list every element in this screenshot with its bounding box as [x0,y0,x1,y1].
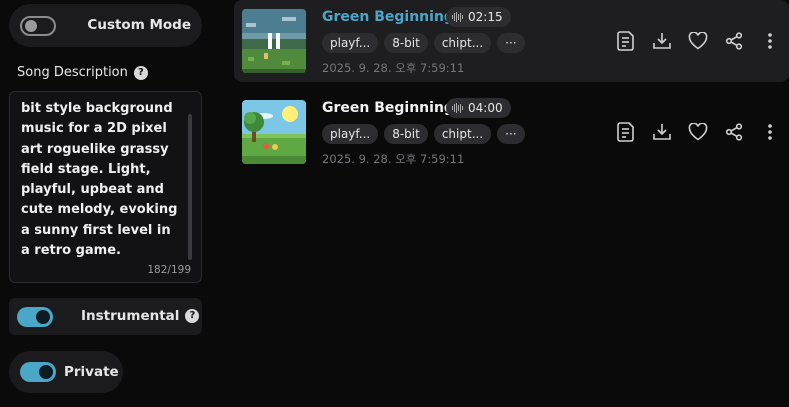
help-icon[interactable]: ? [185,309,200,323]
song-actions [616,31,780,51]
tag-chip[interactable]: chipt... [433,33,492,53]
tag-chip[interactable]: playf... [322,124,379,144]
more-tags-button[interactable]: ··· [497,124,525,144]
song-actions [616,122,780,142]
toggle-knob [39,365,53,379]
character-counter: 182/199 [147,264,191,276]
tag-chip[interactable]: playf... [322,33,379,53]
private-row: Private [9,351,123,393]
custom-mode-label: Custom Mode [87,17,191,33]
heart-icon[interactable] [688,122,708,142]
description-scrollbar[interactable] [188,114,192,260]
private-toggle[interactable] [20,362,56,382]
instrumental-label: Instrumental [81,308,180,324]
duration-badge: 04:00 [446,98,511,118]
duration-text: 04:00 [468,101,503,115]
waveform-icon [452,103,463,113]
instrumental-toggle[interactable] [17,307,53,327]
custom-mode-row: Custom Mode [9,4,202,47]
tag-chip[interactable]: chipt... [433,124,492,144]
instrumental-label-group: Instrumental ? [81,308,200,324]
private-label: Private [64,364,119,380]
song-description-label: Song Description [17,65,128,80]
help-icon[interactable]: ? [133,65,148,80]
song-cover-image[interactable] [242,9,306,73]
toggle-knob [36,310,50,324]
song-cover-image[interactable] [242,100,306,164]
download-icon[interactable] [652,31,672,51]
song-description-heading: Song Description ? [17,65,148,80]
waveform-icon [452,12,463,22]
duration-text: 02:15 [468,10,503,24]
tag-chip[interactable]: 8-bit [384,124,428,144]
created-date: 2025. 9. 28. 오후 7:59:11 [322,61,465,75]
song-card[interactable]: Green Beginnings 04:00 playf... 8-bit ch… [234,91,789,173]
song-card[interactable]: Green Beginnings 02:15 playf... 8-bit ch… [234,0,789,82]
share-icon[interactable] [724,31,744,51]
share-icon[interactable] [724,122,744,142]
custom-mode-toggle[interactable] [20,16,56,36]
created-date: 2025. 9. 28. 오후 7:59:11 [322,152,465,166]
toggle-knob [25,20,37,32]
song-description-text[interactable]: bit style background music for a 2D pixe… [21,99,181,261]
instrumental-row: Instrumental ? [9,298,202,335]
heart-icon[interactable] [688,31,708,51]
more-icon[interactable] [760,31,780,51]
lyrics-icon[interactable] [616,31,636,51]
song-title[interactable]: Green Beginnings [322,100,462,116]
tag-list: playf... 8-bit chipt... ··· [322,33,525,53]
tag-list: playf... 8-bit chipt... ··· [322,124,525,144]
download-icon[interactable] [652,122,672,142]
lyrics-icon[interactable] [616,122,636,142]
more-tags-button[interactable]: ··· [497,33,525,53]
tag-chip[interactable]: 8-bit [384,33,428,53]
more-icon[interactable] [760,122,780,142]
song-description-field[interactable]: bit style background music for a 2D pixe… [9,91,202,283]
pause-icon[interactable] [242,9,306,73]
song-title[interactable]: Green Beginnings [322,9,462,25]
duration-badge: 02:15 [446,7,511,27]
